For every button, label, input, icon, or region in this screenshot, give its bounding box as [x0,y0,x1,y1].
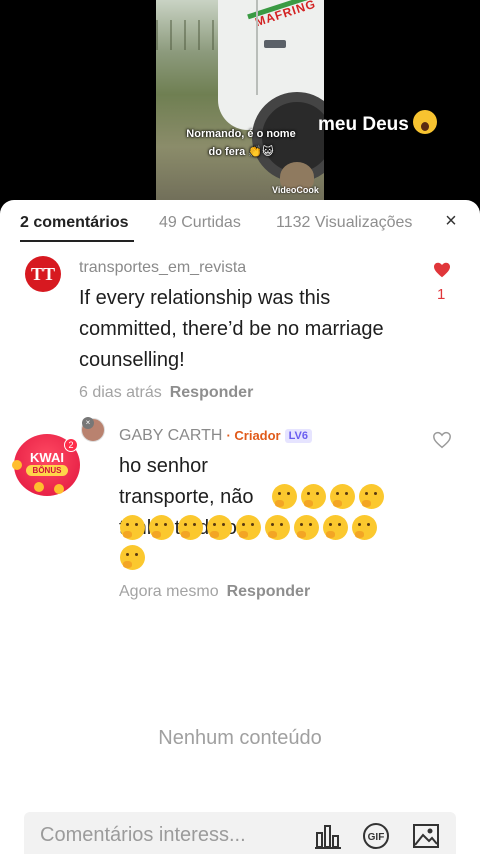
coin-icon [34,482,44,492]
avatar[interactable]: TT [25,256,61,292]
video-watermark: VideoCook [272,185,319,195]
tab-likes[interactable]: 49 Curtidas [159,214,241,232]
emoji-row [120,515,377,540]
thinking-face-icon [272,484,297,509]
scream-face-icon [412,110,437,134]
video-overlay-text: meu Deus [318,110,437,136]
kwai-bonus-button[interactable]: KWAI BÔNUS 2 [12,434,80,496]
fence-graphic [156,20,226,50]
heart-icon[interactable] [432,431,452,449]
comment-meta: 6 dias atrás Responder [79,384,253,402]
comment-input-bar: Comentários interess... GIF [24,812,456,854]
video-caption: Normando, é o nome do fera 👏😺 [186,128,296,158]
emoji-row [272,484,384,509]
emoji-row [120,545,145,570]
avatar-badge: × [82,417,94,429]
bar-chart-icon[interactable] [314,823,342,849]
thinking-face-icon [236,515,261,540]
thinking-face-icon [265,515,290,540]
reply-button[interactable]: Responder [170,384,254,401]
thinking-face-icon [352,515,377,540]
svg-text:GIF: GIF [368,832,385,843]
active-tab-indicator [20,240,134,242]
level-badge: LV6 [284,429,312,443]
thinking-face-icon [330,484,355,509]
comment-input[interactable]: Comentários interess... [40,824,300,847]
truck-door-line [256,0,258,95]
coin-icon [54,484,64,494]
comment-sheet: 2 comentários 49 Curtidas 1132 Visualiza… [0,200,480,854]
thinking-face-icon [323,515,348,540]
reply-button[interactable]: Responder [227,583,311,600]
gif-icon[interactable]: GIF [362,823,390,849]
image-icon[interactable] [412,823,440,849]
thinking-face-icon [207,515,232,540]
thinking-face-icon [301,484,326,509]
thinking-face-icon [120,515,145,540]
thinking-face-icon [359,484,384,509]
thinking-face-icon [120,545,145,570]
heart-icon[interactable] [433,262,451,278]
comment-username-row: GABY CARTH · Criador LV6 [119,427,312,445]
kwai-subtitle: BÔNUS [26,465,68,476]
comment-username[interactable]: transportes_em_revista [79,259,246,277]
close-icon[interactable]: × [440,210,462,232]
truck-handle [264,40,286,48]
video-player[interactable]: MAFRING Normando, é o nome do fera 👏😺 Vi… [0,0,480,210]
comment-meta: Agora mesmo Responder [119,583,310,601]
tab-comments[interactable]: 2 comentários [20,214,128,232]
overlay-text: meu Deus [318,114,409,135]
video-frame: MAFRING [156,0,324,210]
notification-badge: 2 [64,438,78,452]
tab-views[interactable]: 1132 Visualizações [276,214,412,232]
thinking-face-icon [178,515,203,540]
thinking-face-icon [149,515,174,540]
comment-time: Agora mesmo [119,583,219,600]
thinking-face-icon [294,515,319,540]
comment-text: If every relationship was this committed… [79,287,384,371]
creator-tag: · Criador [226,428,281,443]
tab-bar: 2 comentários 49 Curtidas 1132 Visualiza… [0,200,480,244]
like-count: 1 [437,286,446,303]
kwai-title: KWAI [30,450,64,465]
empty-state-text: Nenhum conteúdo [158,727,322,749]
comment-username[interactable]: GABY CARTH [119,427,222,444]
comment-time: 6 dias atrás [79,384,162,401]
